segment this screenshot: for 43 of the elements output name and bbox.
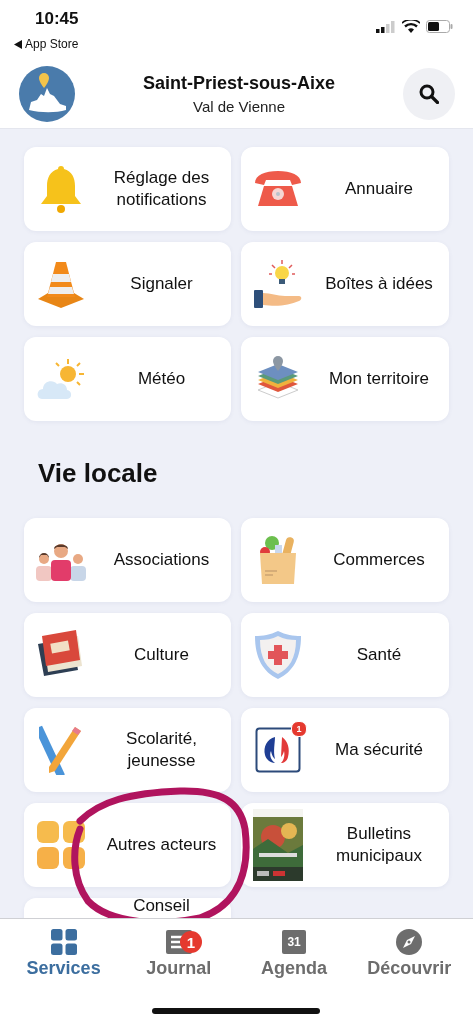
service-tile[interactable]: Autres acteurs <box>24 803 231 887</box>
service-tile[interactable]: Mon territoire <box>241 337 449 421</box>
clock-time: 10:45 <box>35 9 79 29</box>
compass-icon <box>396 929 423 955</box>
app-grid-icon <box>36 820 86 870</box>
app-subtitle: Val de Vienne <box>193 98 285 115</box>
shield-cross-icon <box>254 630 302 680</box>
service-tile[interactable]: Santé <box>241 613 449 697</box>
service-tile[interactable]: Boîtes à idées <box>241 242 449 326</box>
service-tile[interactable]: Culture <box>24 613 231 697</box>
ruler-pencil-icon <box>39 725 83 775</box>
lightbulb-hand-icon <box>253 259 303 309</box>
service-tile[interactable]: Scolarité, jeunesse <box>24 708 231 792</box>
emblem-icon <box>255 727 301 773</box>
traffic-cone-icon <box>36 259 86 309</box>
service-tile[interactable]: Réglage des notifications <box>24 147 231 231</box>
battery-icon <box>426 20 453 33</box>
tab[interactable]: 1 Journal <box>121 919 237 979</box>
service-tile[interactable]: Annuaire <box>241 147 449 231</box>
section-heading: Vie locale <box>38 457 159 490</box>
grid-icon <box>50 929 77 955</box>
signal-icon <box>376 20 396 33</box>
tab[interactable]: Découvrir <box>351 919 467 979</box>
town-logo <box>19 66 75 122</box>
app-title: Saint-Priest-sous-Aixe <box>142 73 336 94</box>
sun-cloud-icon <box>36 357 86 401</box>
bell-icon <box>38 164 84 214</box>
notification-badge: 1 <box>291 721 307 737</box>
calendar-icon: 31 <box>282 930 307 954</box>
service-tile[interactable]: Commerces <box>241 518 449 602</box>
service-tile[interactable]: Bulletins municipaux <box>241 803 449 887</box>
tab[interactable]: Services <box>6 919 122 979</box>
back-link[interactable]: App Store <box>25 37 79 51</box>
service-tile[interactable]: 1 Ma sécurité <box>241 708 449 792</box>
search-icon <box>419 84 439 104</box>
telephone-icon <box>253 169 303 209</box>
back-icon[interactable] <box>14 39 22 49</box>
service-tile[interactable]: Signaler <box>24 242 231 326</box>
wifi-icon <box>402 20 420 33</box>
service-tile[interactable]: Associations <box>24 518 231 602</box>
tab[interactable]: 31 Agenda <box>236 919 352 979</box>
search-button[interactable] <box>403 68 455 120</box>
service-tile[interactable]: Météo <box>24 337 231 421</box>
